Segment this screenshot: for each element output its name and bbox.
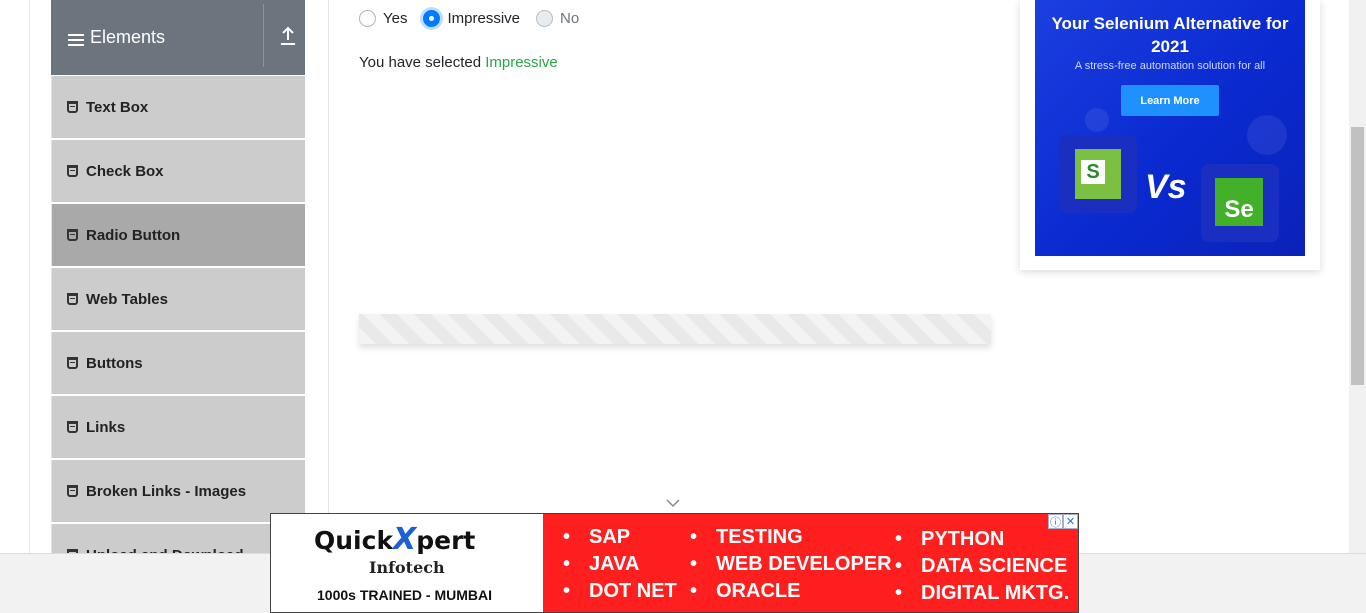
sidebar-item-label: Text Box — [86, 98, 149, 116]
html5-icon — [67, 293, 78, 305]
menu-icon — [68, 33, 84, 46]
scrollbar-thumb[interactable] — [1351, 127, 1364, 385]
html5-icon — [67, 101, 78, 113]
course-item: ORACLE — [690, 578, 892, 605]
sidebar-item-label: Radio Button — [86, 226, 181, 244]
left-panel: Elements Text Box Check Box Radio Button… — [29, 0, 329, 586]
ad-headline: Your Selenium Alternative for 2021 — [1051, 14, 1289, 56]
ad-brand: QuickXpert — [314, 522, 475, 557]
header-divider — [263, 4, 264, 67]
katalon-logo: S — [1059, 135, 1137, 213]
radio-impressive[interactable]: Impressive — [423, 10, 520, 27]
sidebar-item-web-tables[interactable]: Web Tables — [51, 268, 305, 330]
radio-no: No — [536, 10, 579, 27]
sidebar-item-radio-button[interactable]: Radio Button — [51, 204, 305, 266]
katalon-logo-letter: S — [1081, 160, 1105, 184]
radio-label: No — [560, 10, 580, 27]
selenium-alternative-ad[interactable]: Your Selenium Alternative for 2021 A str… — [1035, 0, 1305, 256]
ad-brand-panel: QuickXpert Infotech 1000s TRAINED - MUMB… — [271, 514, 543, 612]
selection-result: You have selected Impressive — [359, 54, 558, 71]
ad-choices: ⓘ ✕ — [1048, 514, 1078, 529]
selenium-logo-letters: Se — [1215, 178, 1263, 226]
course-item: WEB DEVELOPER — [690, 551, 892, 578]
ad-tagline: A stress-free automation solution for al… — [1074, 60, 1266, 72]
course-item: DATA SCIENCE — [895, 553, 1069, 580]
course-item: TESTING — [690, 524, 892, 551]
sidebar-item-text-box[interactable]: Text Box — [51, 76, 305, 138]
courses-column-2: TESTING WEB DEVELOPER ORACLE — [690, 524, 892, 605]
sidebar-item-label: Buttons — [86, 354, 143, 372]
sidebar-item-check-box[interactable]: Check Box — [51, 140, 305, 202]
ad-placeholder-strip — [359, 314, 991, 344]
info-icon[interactable]: ⓘ — [1048, 514, 1063, 529]
ad-courses-panel: SAP JAVA DOT NET TESTING WEB DEVELOPER O… — [543, 514, 1078, 612]
group-title: Elements — [90, 27, 166, 47]
sidebar-menu: Text Box Check Box Radio Button Web Tabl… — [51, 76, 305, 588]
radio-group: Yes Impressive No — [359, 10, 595, 27]
elements-group-header[interactable]: Elements — [51, 0, 305, 75]
page-scrollbar[interactable] — [1349, 0, 1366, 553]
brand-x: X — [393, 522, 417, 557]
html5-icon — [67, 229, 78, 241]
html5-icon — [67, 485, 78, 497]
course-item: JAVA — [563, 551, 677, 578]
course-item: PYTHON — [895, 526, 1069, 553]
radio-circle — [536, 10, 554, 27]
ad-company: Infotech — [369, 558, 445, 577]
decor-circle — [1085, 108, 1109, 132]
collapse-up-icon[interactable] — [280, 26, 296, 46]
radio-label: Yes — [383, 10, 408, 27]
selenium-logo: Se — [1201, 164, 1279, 242]
html5-icon — [67, 165, 78, 177]
versus-text: Vs — [1145, 168, 1187, 206]
course-item: DOT NET — [563, 578, 677, 605]
course-item: SAP — [563, 524, 677, 551]
sidebar-item-label: Web Tables — [86, 290, 168, 308]
course-item: DIGITAL MKTG. — [895, 580, 1069, 607]
sidebar-item-label: Check Box — [86, 162, 164, 180]
courses-column-3: PYTHON DATA SCIENCE DIGITAL MKTG. — [895, 526, 1069, 607]
html5-icon — [67, 421, 78, 433]
sidebar-item-label: Links — [86, 418, 126, 436]
brand-prefix: Quick — [314, 526, 394, 555]
bottom-advertisement[interactable]: QuickXpert Infotech 1000s TRAINED - MUMB… — [270, 513, 1079, 613]
learn-more-button[interactable]: Learn More — [1121, 85, 1219, 116]
chevron-down-icon[interactable] — [666, 498, 680, 508]
html5-icon — [67, 357, 78, 369]
sidebar-item-links[interactable]: Links — [51, 396, 305, 458]
radio-yes[interactable]: Yes — [359, 10, 407, 27]
sidebar-item-broken-links[interactable]: Broken Links - Images — [51, 460, 305, 522]
radio-circle[interactable] — [423, 10, 441, 27]
right-advertisement[interactable]: Your Selenium Alternative for 2021 A str… — [1020, 0, 1320, 270]
radio-circle[interactable] — [359, 10, 376, 27]
decor-circle — [1247, 115, 1287, 155]
brand-suffix: pert — [416, 526, 476, 555]
result-prefix: You have selected — [359, 54, 482, 71]
result-value: Impressive — [485, 54, 558, 71]
page: Elements Text Box Check Box Radio Button… — [0, 0, 1366, 613]
sidebar-item-label: Broken Links - Images — [86, 482, 247, 500]
courses-column-1: SAP JAVA DOT NET — [563, 524, 677, 605]
ad-trained-text: 1000s TRAINED - MUMBAI — [317, 587, 493, 603]
sidebar-item-buttons[interactable]: Buttons — [51, 332, 305, 394]
close-icon[interactable]: ✕ — [1063, 514, 1078, 529]
radio-label: Impressive — [447, 10, 521, 27]
